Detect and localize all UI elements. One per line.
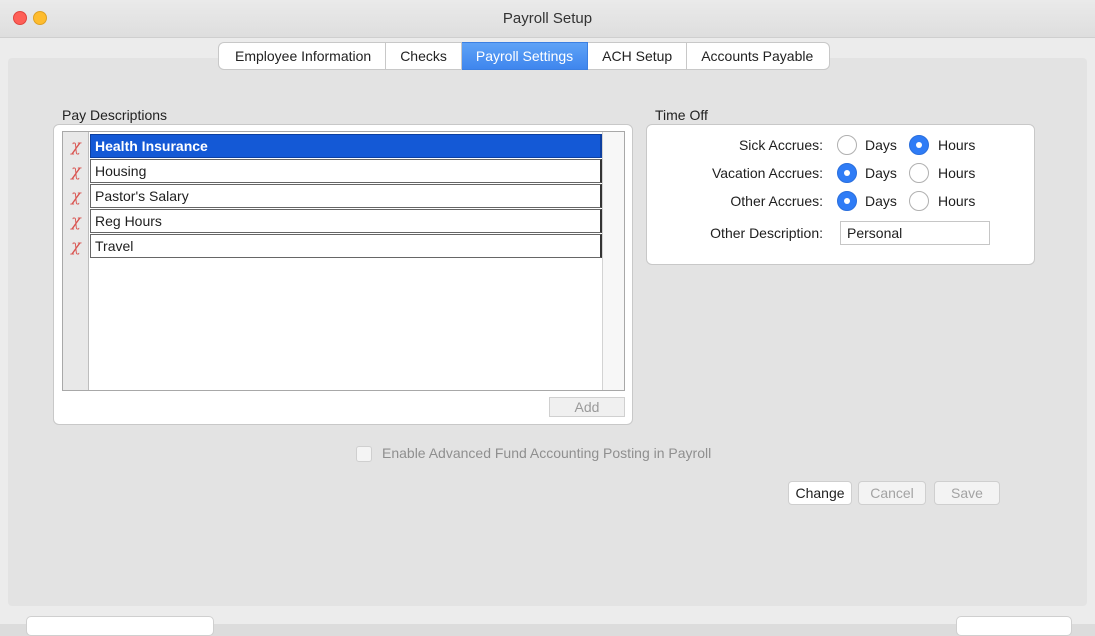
pay-description-item[interactable]: Reg Hours — [90, 209, 602, 233]
cancel-button[interactable]: Cancel — [858, 481, 926, 505]
tab-bar: Employee Information Checks Payroll Sett… — [218, 42, 831, 70]
pay-description-row[interactable]: χ Pastor's Salary — [63, 184, 603, 208]
tab-ach-setup[interactable]: ACH Setup — [588, 42, 688, 70]
time-off-label: Time Off — [655, 107, 708, 123]
pay-description-row[interactable]: χ Health Insurance — [63, 134, 603, 158]
other-days-label: Days — [865, 193, 897, 209]
fund-accounting-label: Enable Advanced Fund Accounting Posting … — [382, 445, 712, 461]
other-description-label: Other Description: — [710, 225, 823, 241]
sick-hours-radio[interactable] — [909, 135, 929, 155]
sick-days-radio[interactable] — [837, 135, 857, 155]
remove-x-icon[interactable]: χ — [63, 134, 89, 158]
tab-accounts-payable[interactable]: Accounts Payable — [687, 42, 831, 70]
pay-description-item[interactable]: Pastor's Salary — [90, 184, 602, 208]
pay-description-item[interactable]: Health Insurance — [90, 134, 602, 158]
other-accrues-label: Other Accrues: — [730, 193, 823, 209]
vacation-days-label: Days — [865, 165, 897, 181]
vacation-days-radio[interactable] — [837, 163, 857, 183]
window-title: Payroll Setup — [502, 10, 593, 27]
pay-descriptions-label: Pay Descriptions — [62, 107, 168, 123]
payroll-setup-window: Payroll Setup Employee Information Check… — [0, 0, 1095, 636]
sick-accrues-label: Sick Accrues: — [738, 137, 823, 153]
vacation-hours-radio[interactable] — [909, 163, 929, 183]
other-hours-radio[interactable] — [909, 191, 929, 211]
pay-description-item[interactable]: Travel — [90, 234, 602, 258]
tab-checks[interactable]: Checks — [386, 42, 462, 70]
other-accrues-row: Other Accrues: Days Hours — [647, 191, 1035, 213]
sick-hours-label: Hours — [938, 137, 976, 153]
list-scrollbar[interactable] — [602, 132, 624, 390]
bottom-right-button[interactable] — [956, 616, 1072, 636]
vacation-hours-label: Hours — [938, 165, 976, 181]
other-hours-label: Hours — [938, 193, 976, 209]
sick-accrues-row: Sick Accrues: Days Hours — [647, 135, 1035, 157]
remove-x-icon[interactable]: χ — [63, 209, 89, 233]
other-days-radio[interactable] — [837, 191, 857, 211]
remove-x-icon[interactable]: χ — [63, 159, 89, 183]
sick-days-label: Days — [865, 137, 897, 153]
bottom-left-button[interactable] — [26, 616, 214, 636]
fund-accounting-checkbox[interactable] — [356, 446, 372, 462]
vacation-accrues-row: Vacation Accrues: Days Hours — [647, 163, 1035, 185]
vacation-accrues-label: Vacation Accrues: — [711, 165, 823, 181]
remove-x-icon[interactable]: χ — [63, 234, 89, 258]
other-description-input[interactable]: Personal — [840, 221, 990, 245]
pay-descriptions-list[interactable]: χ Health Insurance χ Housing χ Pastor's … — [62, 131, 625, 391]
add-pay-description-button[interactable]: Add — [549, 397, 625, 417]
pay-description-row[interactable]: χ Housing — [63, 159, 603, 183]
remove-x-icon[interactable]: χ — [63, 184, 89, 208]
save-button[interactable]: Save — [934, 481, 1000, 505]
pay-description-row[interactable]: χ Reg Hours — [63, 209, 603, 233]
change-button[interactable]: Change — [788, 481, 852, 505]
pay-description-item[interactable]: Housing — [90, 159, 602, 183]
tab-payroll-settings[interactable]: Payroll Settings — [461, 42, 589, 70]
time-off-panel: Sick Accrues: Days Hours Vacation Accrue… — [646, 124, 1035, 265]
tab-employee-information[interactable]: Employee Information — [218, 42, 387, 70]
title-bar: Payroll Setup — [0, 0, 1095, 38]
pay-description-row[interactable]: χ Travel — [63, 234, 603, 258]
